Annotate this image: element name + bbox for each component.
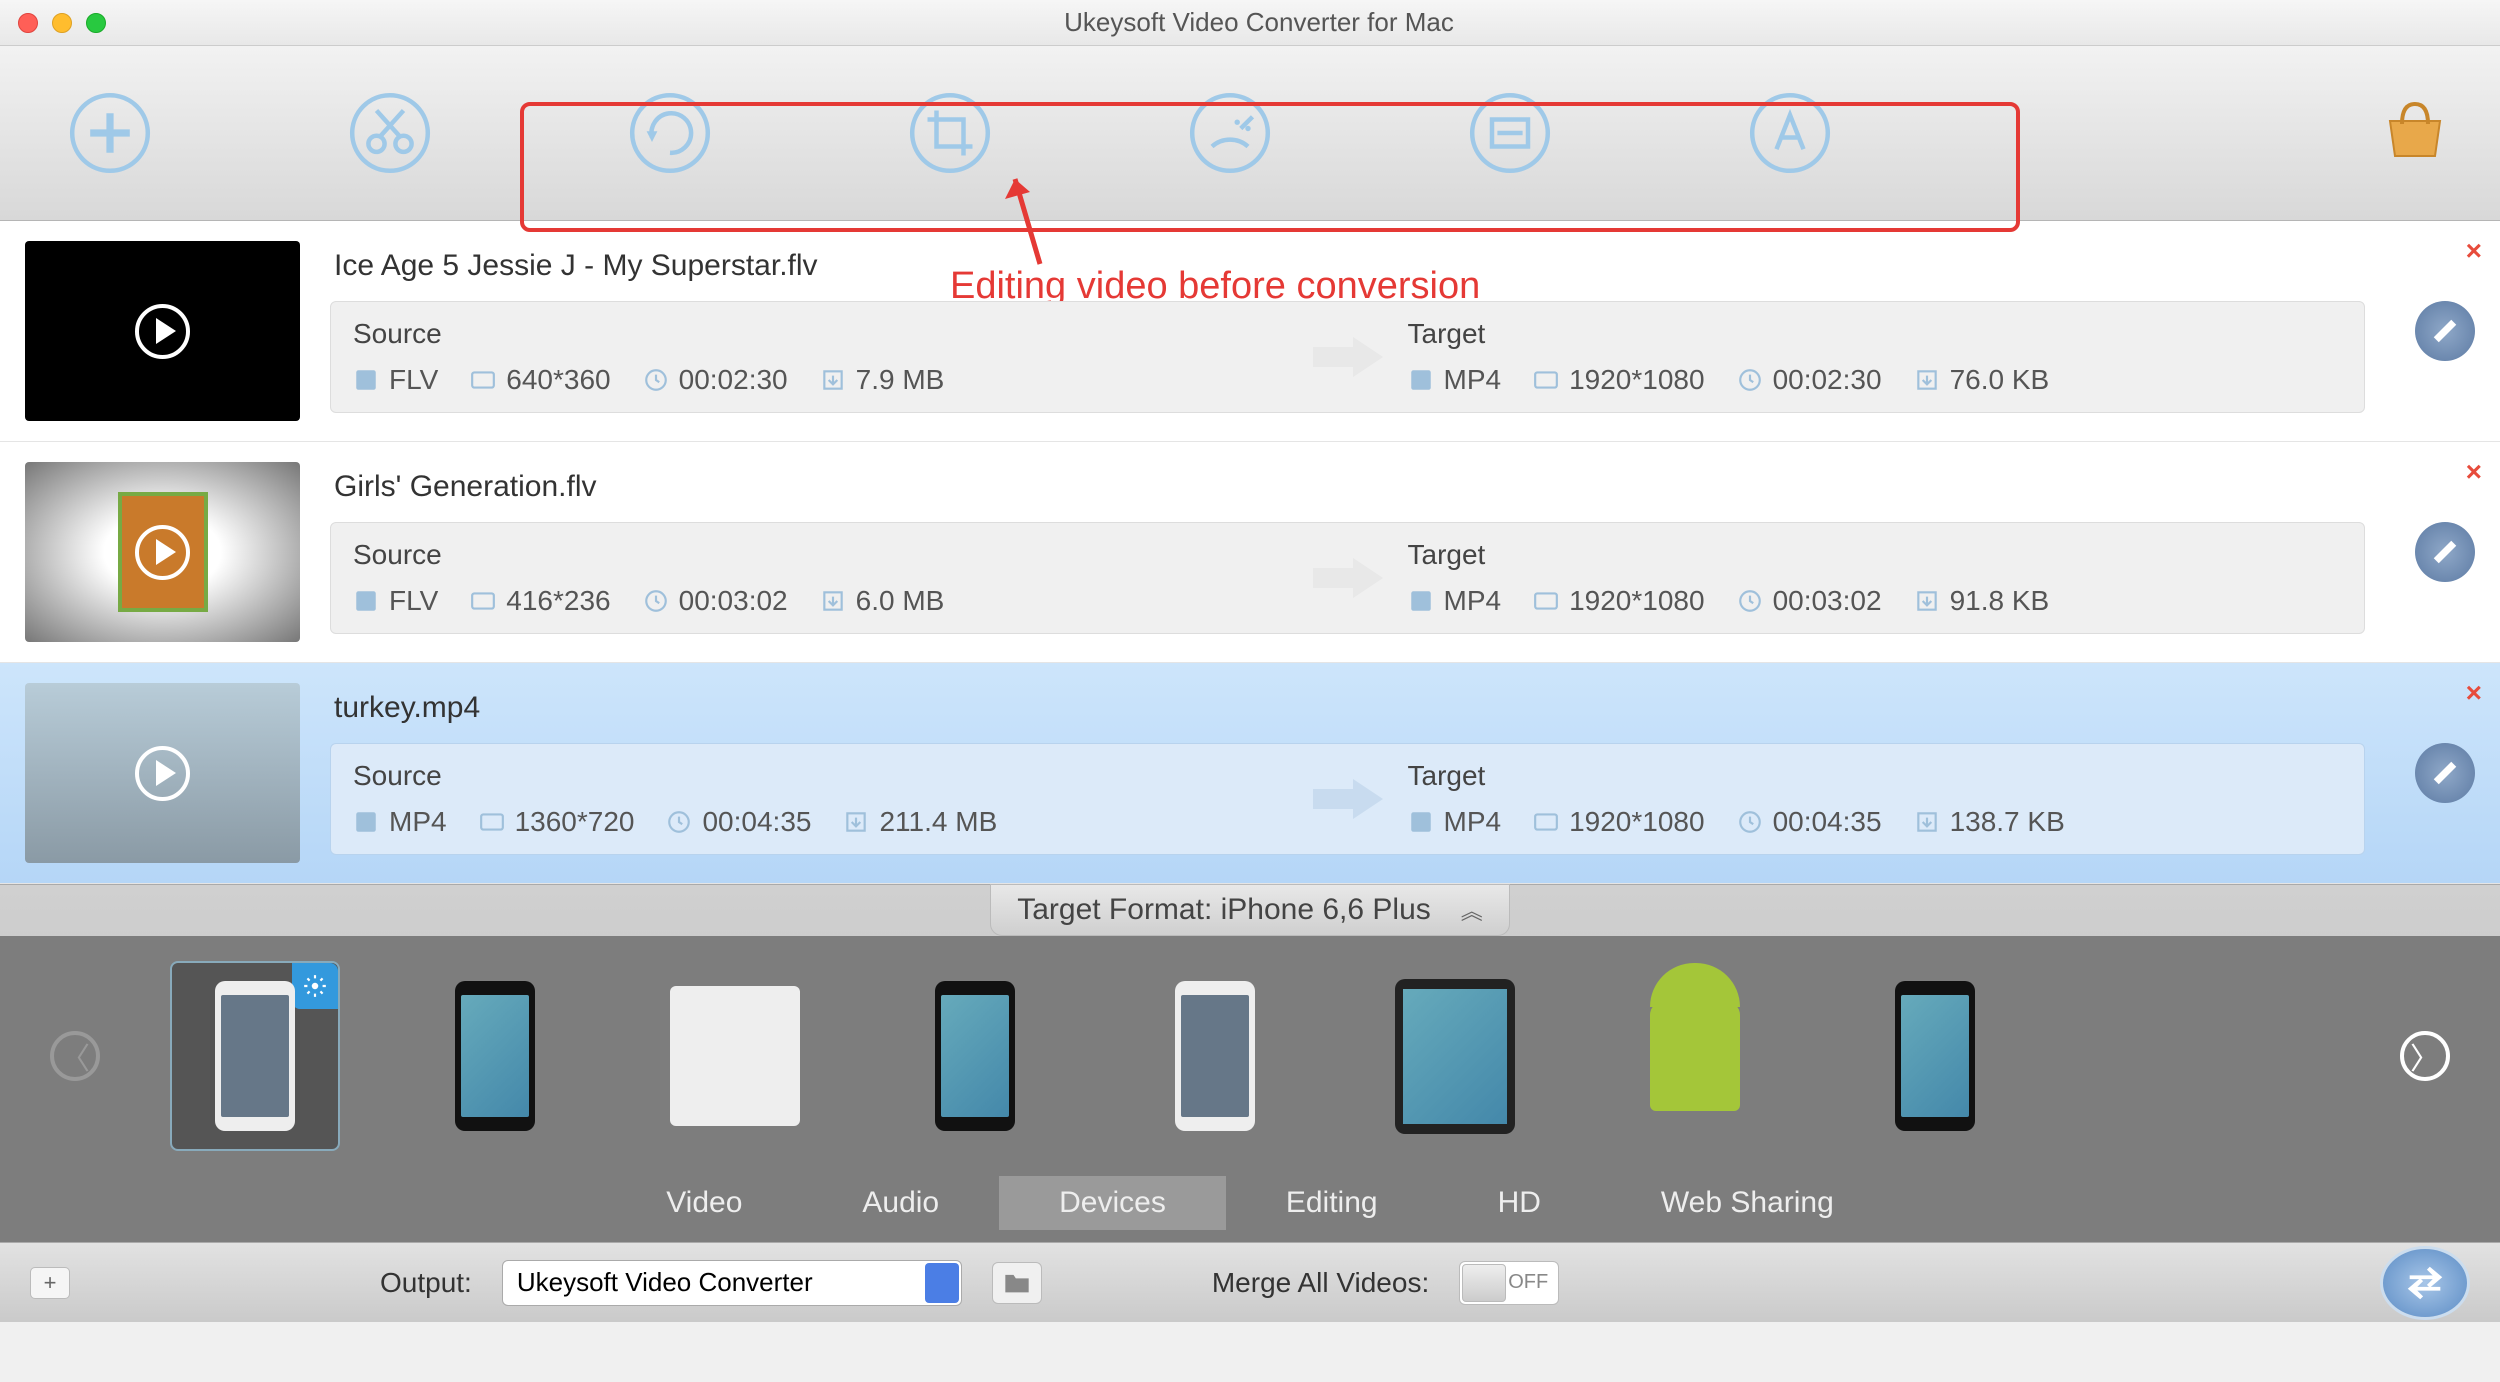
tab-editing[interactable]: Editing xyxy=(1226,1176,1438,1230)
device-android[interactable] xyxy=(1610,961,1780,1151)
video-filename: turkey.mp4 xyxy=(330,691,2365,725)
category-tabs: Video Audio Devices Editing HD Web Shari… xyxy=(0,1176,2500,1242)
device-iphone5[interactable] xyxy=(410,961,580,1151)
target-format: MP4 xyxy=(1408,364,1502,396)
device-carousel: 〈 〉 xyxy=(0,936,2500,1176)
video-info-box: Source MP4 1360*720 00:04:35 211.4 MB Ta… xyxy=(330,743,2365,855)
convert-button[interactable] xyxy=(2380,1246,2470,1320)
source-label: Source xyxy=(353,760,1288,792)
device-wii[interactable] xyxy=(650,961,820,1151)
conversion-arrow-icon xyxy=(1288,553,1408,603)
video-filename: Ice Age 5 Jessie J - My Superstar.flv xyxy=(330,249,2365,283)
video-info-box: Source FLV 640*360 00:02:30 7.9 MB Targe… xyxy=(330,301,2365,413)
video-list: × Ice Age 5 Jessie J - My Superstar.flv … xyxy=(0,221,2500,884)
device-galaxy[interactable] xyxy=(1850,961,2020,1151)
remove-video-button[interactable]: × xyxy=(2466,235,2482,267)
video-info-box: Source FLV 416*236 00:03:02 6.0 MB Targe… xyxy=(330,522,2365,634)
merge-state: OFF xyxy=(1508,1271,1548,1294)
tab-video[interactable]: Video xyxy=(606,1176,802,1230)
device-ipad[interactable] xyxy=(1370,961,1540,1151)
target-resolution: 1920*1080 xyxy=(1533,364,1704,396)
target-size: 76.0 KB xyxy=(1914,364,2050,396)
device-iphone6[interactable] xyxy=(170,961,340,1151)
source-duration: 00:02:30 xyxy=(643,364,788,396)
open-folder-button[interactable] xyxy=(992,1262,1042,1304)
shop-button[interactable] xyxy=(2380,96,2450,166)
tab-hd[interactable]: HD xyxy=(1438,1176,1601,1230)
source-resolution: 640*360 xyxy=(470,364,610,396)
tab-audio[interactable]: Audio xyxy=(802,1176,999,1230)
titlebar: Ukeysoft Video Converter for Mac xyxy=(0,0,2500,46)
video-filename: Girls' Generation.flv xyxy=(330,470,2365,504)
target-duration: 00:02:30 xyxy=(1737,364,1882,396)
add-small-button[interactable]: + xyxy=(30,1267,70,1299)
target-format-dropdown[interactable]: Target Format: iPhone 6,6 Plus ︽ xyxy=(990,884,1510,936)
conversion-arrow-icon xyxy=(1288,774,1408,824)
device-iphone5c[interactable] xyxy=(890,961,1060,1151)
video-row[interactable]: × Ice Age 5 Jessie J - My Superstar.flv … xyxy=(0,221,2500,442)
output-path-select[interactable]: Ukeysoft Video Converter xyxy=(502,1260,962,1306)
video-row[interactable]: × Girls' Generation.flv Source FLV 416*2… xyxy=(0,442,2500,663)
remove-video-button[interactable]: × xyxy=(2466,677,2482,709)
annotation-highlight xyxy=(520,102,2020,232)
source-label: Source xyxy=(353,318,1288,350)
add-file-button[interactable] xyxy=(60,83,160,183)
minimize-window-button[interactable] xyxy=(52,13,72,33)
toolbar xyxy=(0,46,2500,221)
device-iphone-white[interactable] xyxy=(1130,961,1300,1151)
carousel-next-button[interactable]: 〉 xyxy=(2400,1031,2450,1081)
target-label: Target xyxy=(1408,539,2343,571)
output-path-value: Ukeysoft Video Converter xyxy=(517,1267,813,1298)
maximize-window-button[interactable] xyxy=(86,13,106,33)
target-label: Target xyxy=(1408,760,2343,792)
source-size: 7.9 MB xyxy=(820,364,945,396)
video-thumbnail[interactable] xyxy=(25,462,300,642)
edit-video-button[interactable] xyxy=(2415,301,2475,361)
window-title: Ukeysoft Video Converter for Mac xyxy=(106,7,2412,38)
video-row[interactable]: × turkey.mp4 Source MP4 1360*720 00:04:3… xyxy=(0,663,2500,884)
edit-video-button[interactable] xyxy=(2415,522,2475,582)
close-window-button[interactable] xyxy=(18,13,38,33)
remove-video-button[interactable]: × xyxy=(2466,456,2482,488)
video-thumbnail[interactable] xyxy=(25,241,300,421)
merge-toggle[interactable]: OFF xyxy=(1459,1261,1559,1305)
tab-websharing[interactable]: Web Sharing xyxy=(1601,1176,1894,1230)
trim-button[interactable] xyxy=(340,83,440,183)
source-format: FLV xyxy=(353,364,438,396)
tab-devices[interactable]: Devices xyxy=(999,1176,1226,1230)
bottom-bar: + Output: Ukeysoft Video Converter Merge… xyxy=(0,1242,2500,1322)
source-label: Source xyxy=(353,539,1288,571)
conversion-arrow-icon xyxy=(1288,332,1408,382)
edit-video-button[interactable] xyxy=(2415,743,2475,803)
target-label: Target xyxy=(1408,318,2343,350)
carousel-prev-button[interactable]: 〈 xyxy=(50,1031,100,1081)
merge-label: Merge All Videos: xyxy=(1212,1267,1429,1299)
play-icon xyxy=(135,746,190,801)
gear-icon[interactable] xyxy=(292,963,338,1009)
output-label: Output: xyxy=(380,1267,472,1299)
target-format-label: Target Format: iPhone 6,6 Plus xyxy=(1017,893,1431,927)
chevron-down-icon: ︽ xyxy=(1461,894,1483,926)
video-thumbnail[interactable] xyxy=(25,683,300,863)
select-arrows-icon xyxy=(925,1263,959,1303)
play-icon xyxy=(135,304,190,359)
play-icon xyxy=(135,525,190,580)
